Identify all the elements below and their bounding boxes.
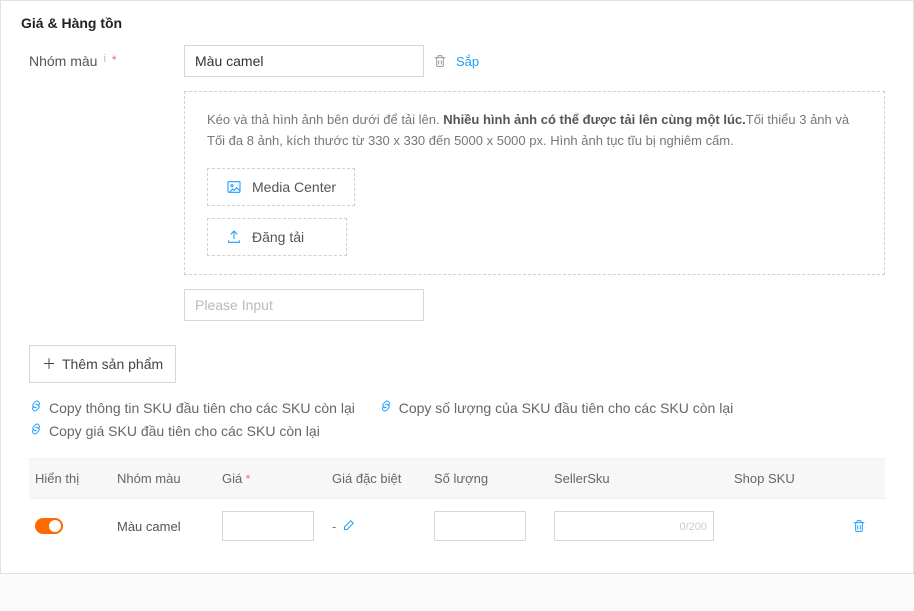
header-price: Giá *	[222, 471, 332, 486]
sellersku-input[interactable]	[554, 511, 714, 541]
header-special-price: Giá đặc biệt	[332, 471, 434, 486]
plus-icon: ＋	[42, 354, 56, 374]
add-product-button[interactable]: ＋ Thêm sản phẩm	[29, 345, 176, 383]
upload-description: Kéo và thả hình ảnh bên dưới để tải lên.…	[207, 110, 862, 152]
edit-special-price-icon[interactable]	[342, 517, 357, 535]
media-center-button[interactable]: Media Center	[207, 168, 355, 206]
sort-link[interactable]: Sắp	[456, 54, 479, 69]
required-asterisk: *	[112, 53, 117, 67]
sku-table: Hiển thị Nhóm màu Giá * Giá đặc biệt Số …	[29, 458, 885, 553]
special-dash: -	[332, 519, 336, 534]
row-color-value: Màu camel	[117, 519, 222, 534]
header-shopsku: Shop SKU	[734, 471, 839, 486]
copy-price-link[interactable]: Copy giá SKU đầu tiên cho các SKU còn lạ…	[29, 420, 320, 444]
table-row: Màu camel -	[29, 499, 885, 553]
header-display: Hiển thị	[35, 471, 117, 486]
copy-qty-link[interactable]: Copy số lượng của SKU đầu tiên cho các S…	[379, 397, 734, 421]
upload-button[interactable]: Đăng tải	[207, 218, 347, 256]
table-header-row: Hiển thị Nhóm màu Giá * Giá đặc biệt Số …	[29, 458, 885, 499]
display-toggle[interactable]	[35, 518, 63, 534]
trash-icon[interactable]	[432, 53, 448, 69]
copy-sku-info-link[interactable]: Copy thông tin SKU đầu tiên cho các SKU …	[29, 397, 355, 421]
header-sellersku: SellerSku	[554, 471, 734, 486]
header-color: Nhóm màu	[117, 471, 222, 486]
section-title: Giá & Hàng tồn	[1, 1, 913, 41]
header-qty: Số lượng	[434, 471, 554, 486]
image-upload-panel: Kéo và thả hình ảnh bên dưới để tải lên.…	[184, 91, 885, 275]
info-icon: i	[103, 53, 105, 65]
delete-row-icon[interactable]	[851, 518, 867, 534]
variant-label: Nhóm màu i *	[29, 45, 184, 321]
variant-value-input[interactable]	[184, 45, 424, 77]
qty-input[interactable]	[434, 511, 526, 541]
price-input[interactable]	[222, 511, 314, 541]
variant-second-input[interactable]	[184, 289, 424, 321]
